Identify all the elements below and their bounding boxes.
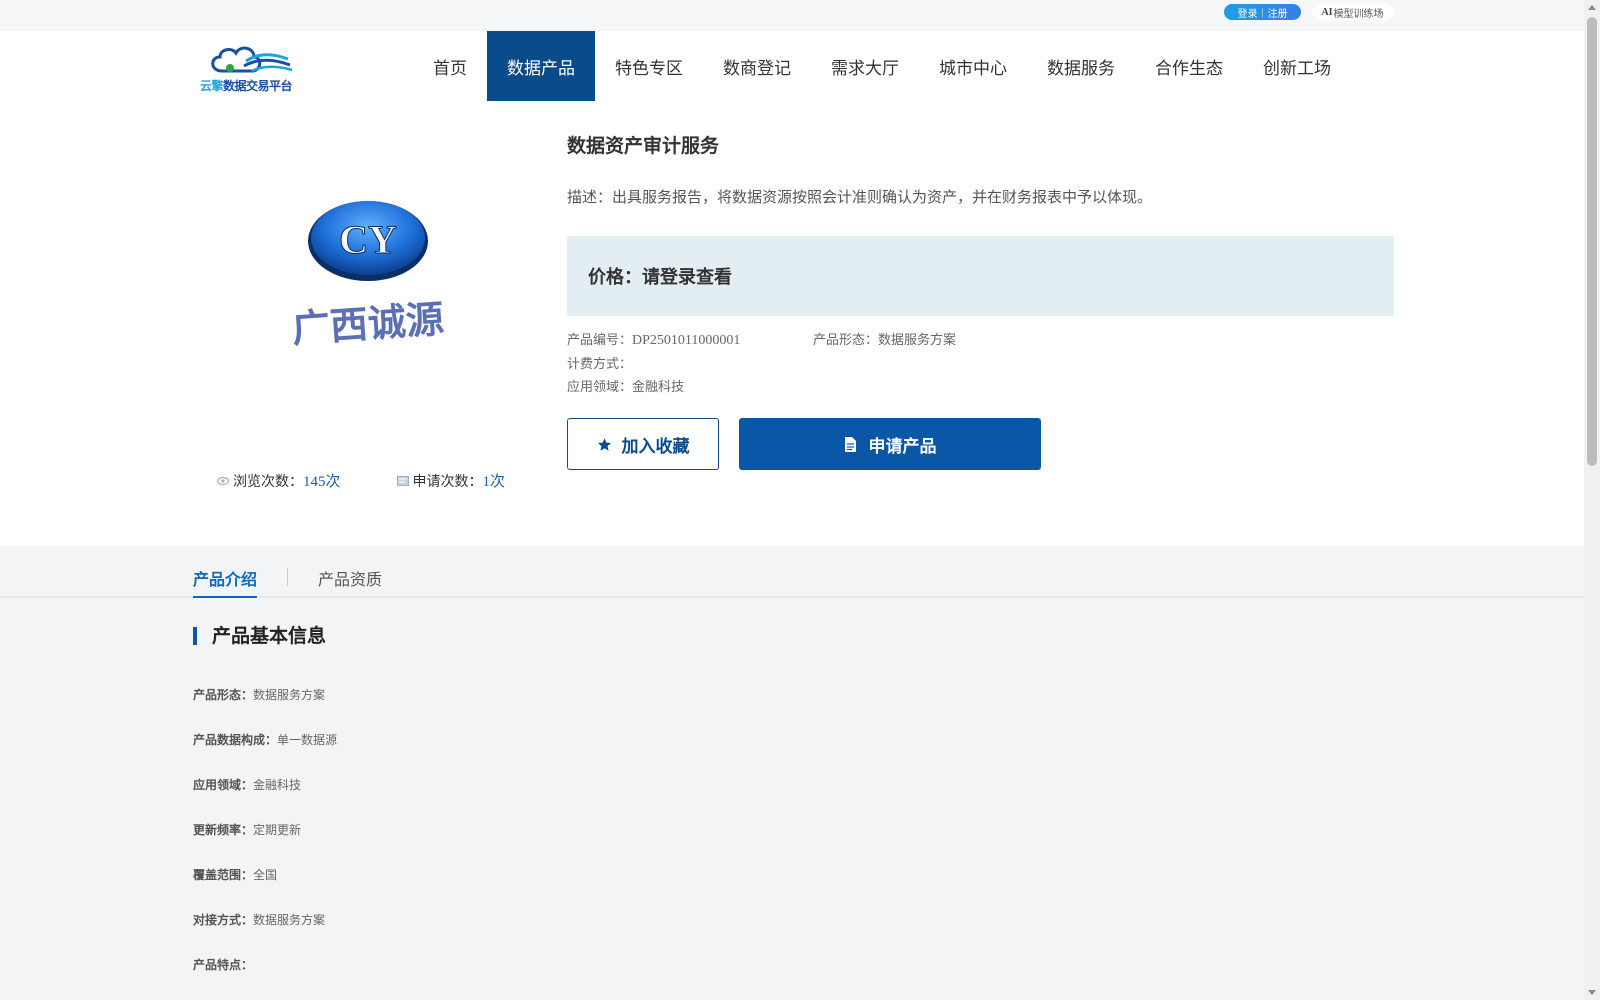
info-value: 数据服务方案 [253,913,326,927]
nav-item-ecosystem[interactable]: 合作生态 [1135,31,1243,101]
company-logo-name: 广西诚源 [291,297,446,351]
nav-item-home[interactable]: 首页 [413,31,487,101]
top-utility-bar: 登录 | 注册 AI 模型训练场 [0,0,1584,31]
info-key: 产品形态： [193,688,254,702]
nav-item-demand-hall[interactable]: 需求大厅 [811,31,919,101]
company-logo-image: CY 广西诚源 [291,201,446,351]
info-row: 覆盖范围：全国 [193,866,277,883]
billing-method: 计费方式： [567,353,632,372]
info-value: 金融科技 [253,778,302,792]
ai-training-label: 模型训练场 [1333,8,1384,20]
site-logo-text: 云擎数据交易平台 [200,79,293,93]
file-icon [844,436,856,452]
product-form: 产品形态：数据服务方案 [813,329,956,348]
scroll-thumb[interactable] [1587,17,1597,466]
info-row: 更新频率：定期更新 [193,821,301,838]
document-icon [396,475,409,486]
auth-separator: | [1261,6,1264,18]
info-key: 更新频率： [193,823,254,837]
ai-prefix: AI [1321,6,1333,18]
star-icon [597,437,611,451]
nav-item-data-products[interactable]: 数据产品 [487,31,595,101]
product-title: 数据资产审计服务 [567,135,720,157]
info-key: 覆盖范围： [193,868,254,882]
price-text: 价格：请登录查看 [588,267,732,288]
site-header: 云擎数据交易平台 首页 数据产品 特色专区 数商登记 需求大厅 城市中心 数据服… [0,31,1584,103]
info-key: 产品数据构成： [193,733,278,747]
product-code-label: 产品编号： [567,333,633,348]
info-value: 全国 [253,868,278,882]
apply-product-label: 申请产品 [868,436,937,457]
price-box: 价格：请登录查看 [567,236,1394,316]
main-nav: 首页 数据产品 特色专区 数商登记 需求大厅 城市中心 数据服务 合作生态 创新… [413,31,1351,103]
ai-training-link[interactable]: AI 模型训练场 [1312,3,1393,21]
nav-item-city-center[interactable]: 城市中心 [919,31,1027,101]
login-link[interactable]: 登录 [1237,5,1257,20]
billing-method-label: 计费方式： [567,357,633,372]
nav-item-data-services[interactable]: 数据服务 [1027,31,1135,101]
info-row: 对接方式：数据服务方案 [193,911,325,928]
info-value: 定期更新 [253,823,302,837]
info-value: 单一数据源 [277,733,338,747]
product-code-value: DP2501011000001 [632,333,741,348]
info-key: 应用领域： [193,778,254,792]
info-value: 数据服务方案 [253,688,326,702]
company-logo-monogram: CY [339,217,397,262]
nav-item-registry[interactable]: 数商登记 [703,31,811,101]
tab-product-qualification[interactable]: 产品资质 [318,566,382,590]
product-detail: CY 广西诚源 浏览次数： 145次 申请次数： 1次 数据资产审计服务 描述：… [0,103,1584,546]
section-title: 产品基本信息 [193,627,326,646]
site-logo[interactable]: 云擎数据交易平台 [200,41,296,93]
page-scrollbar[interactable] [1584,0,1600,1000]
info-key: 对接方式： [193,913,254,927]
application-domain: 应用领域：金融科技 [567,376,684,395]
scroll-up-icon[interactable] [1588,5,1596,10]
product-stats: 浏览次数： 145次 申请次数： 1次 [217,470,505,491]
add-favorite-button[interactable]: 加入收藏 [567,418,719,470]
nav-item-innovation[interactable]: 创新工场 [1243,31,1351,101]
scroll-down-icon[interactable] [1588,990,1596,995]
apply-count-label: 申请次数： [412,473,483,490]
apply-count: 申请次数： 1次 [396,470,506,491]
info-row: 产品形态：数据服务方案 [193,686,325,703]
application-domain-value: 金融科技 [632,380,685,395]
register-link[interactable]: 注册 [1268,5,1288,20]
cloud-logo-icon [211,46,293,73]
product-form-label: 产品形态： [813,333,879,348]
info-row: 应用领域：金融科技 [193,776,301,793]
auth-pill: 登录 | 注册 [1224,4,1301,20]
apply-product-button[interactable]: 申请产品 [739,418,1041,470]
product-description: 描述：出具服务报告，将数据资源按照会计准则确认为资产，并在财务报表中予以体现。 [567,188,1153,206]
view-count-label: 浏览次数： [233,473,303,490]
nav-item-featured[interactable]: 特色专区 [595,31,703,101]
add-favorite-label: 加入收藏 [621,436,690,457]
eye-icon [217,476,229,486]
info-key: 产品特点： [193,958,254,972]
view-count-value: 145次 [303,474,341,490]
application-domain-label: 应用领域： [567,380,633,395]
product-tabs: 产品介绍 产品资质 [0,546,1584,598]
product-code: 产品编号：DP2501011000001 [567,329,740,349]
info-row: 产品特点： [193,956,253,973]
apply-count-value: 1次 [482,474,506,490]
product-form-value: 数据服务方案 [878,333,957,348]
view-count: 浏览次数： 145次 [217,470,341,491]
info-row: 产品数据构成：单一数据源 [193,731,337,748]
tab-product-intro[interactable]: 产品介绍 [193,566,258,598]
tab-divider [287,568,288,586]
